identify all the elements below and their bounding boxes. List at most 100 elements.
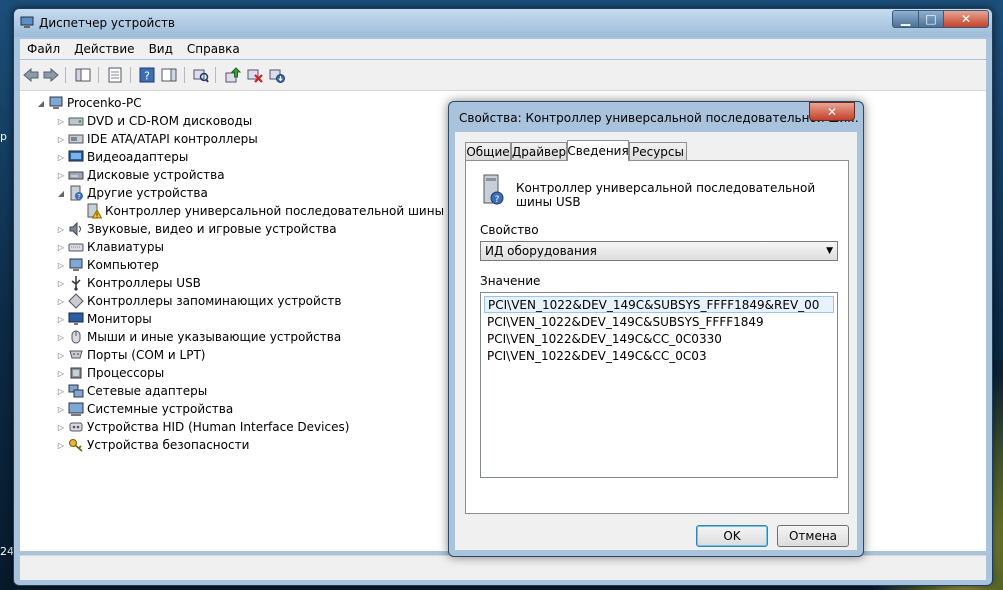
disk-drive-icon <box>68 167 84 183</box>
close-icon: ✕ <box>960 12 972 26</box>
tree-category-item[interactable]: ▷ Порты (COM и LPT) <box>56 346 206 364</box>
update-driver-button[interactable] <box>224 66 242 84</box>
tree-category-item[interactable]: ▷ Мониторы <box>56 310 152 328</box>
expand-arrow-icon[interactable]: ▷ <box>56 441 66 450</box>
console-tree-icon <box>75 68 91 82</box>
value-list-item[interactable]: PCI\VEN_1022&DEV_149C&CC_0C03 <box>484 347 834 364</box>
forward-button[interactable] <box>42 66 60 84</box>
expand-arrow-icon[interactable]: ▷ <box>56 243 66 252</box>
expand-arrow-icon[interactable]: ▷ <box>56 261 66 270</box>
maximize-button[interactable]: □ <box>918 10 944 28</box>
dialog-close-button[interactable]: ✕ <box>809 102 855 121</box>
tree-category-item[interactable]: ▷ Сетевые адаптеры <box>56 382 207 400</box>
tree-category-item[interactable]: ▷ IDE ATA/ATAPI контроллеры <box>56 130 258 148</box>
device-manager-app-icon <box>20 15 34 29</box>
menu-help[interactable]: Справка <box>180 42 247 56</box>
expand-arrow-icon[interactable]: ▷ <box>56 369 66 378</box>
tab-general[interactable]: Общие <box>465 142 511 160</box>
window-titlebar[interactable]: Диспетчер устройств ▁ □ ✕ <box>14 9 992 37</box>
value-list-item[interactable]: PCI\VEN_1022&DEV_149C&SUBSYS_FFFF1849&RE… <box>484 296 834 313</box>
tree-category-item[interactable]: ▷ Устройства безопасности <box>56 436 249 454</box>
expand-arrow-icon[interactable]: ▷ <box>56 387 66 396</box>
maximize-icon: □ <box>925 12 937 26</box>
collapse-arrow-icon[interactable]: ◢ <box>56 189 66 198</box>
expand-arrow-icon[interactable]: ▷ <box>56 225 66 234</box>
value-list-item[interactable]: PCI\VEN_1022&DEV_149C&CC_0C0330 <box>484 330 834 347</box>
tree-item-label: Мониторы <box>87 312 152 326</box>
tree-item-label: Порты (COM и LPT) <box>87 348 206 362</box>
value-listbox[interactable]: PCI\VEN_1022&DEV_149C&SUBSYS_FFFF1849&RE… <box>480 292 838 478</box>
properties-button[interactable] <box>106 66 124 84</box>
tree-item-label: Системные устройства <box>87 402 234 416</box>
uninstall-device-button[interactable] <box>268 66 286 84</box>
tree-category-item[interactable]: ▷ Компьютер <box>56 256 159 274</box>
action-pane-button[interactable] <box>160 66 178 84</box>
help-icon: ? <box>139 67 155 83</box>
menu-file[interactable]: Файл <box>20 42 67 56</box>
menu-bar: Файл Действие Вид Справка <box>20 39 986 59</box>
hid-icon <box>68 419 84 435</box>
property-select[interactable]: ИД оборудования ▼ <box>480 241 838 261</box>
tree-item-label: Компьютер <box>87 258 159 272</box>
svg-text:?: ? <box>495 195 500 205</box>
tree-category-item[interactable]: ▷ Видеоадаптеры <box>56 148 188 166</box>
tree-child-item[interactable]: ! Контроллер универсальной последовательн… <box>74 202 473 220</box>
tree-category-item[interactable]: ▷ DVD и CD-ROM дисководы <box>56 112 252 130</box>
dialog-body: Общие Драйвер Сведения Ресурсы ? Контрол… <box>455 132 857 550</box>
menu-action[interactable]: Действие <box>67 42 141 56</box>
chevron-down-icon: ▼ <box>826 246 833 256</box>
expand-arrow-icon[interactable]: ▷ <box>56 405 66 414</box>
tree-root-label: Procenko-PC <box>67 96 142 110</box>
tree-category-item[interactable]: ▷ Клавиатуры <box>56 238 164 256</box>
expand-arrow-icon[interactable]: ▷ <box>56 315 66 324</box>
mouse-icon <box>68 329 84 345</box>
tree-item-label: Устройства HID (Human Interface Devices) <box>87 420 350 434</box>
disable-device-button[interactable] <box>246 66 264 84</box>
tree-category-item[interactable]: ▷ Дисковые устройства <box>56 166 225 184</box>
expand-arrow-icon[interactable]: ▷ <box>56 117 66 126</box>
expand-arrow-icon[interactable]: ▷ <box>56 333 66 342</box>
tree-category-item[interactable]: ▷ Процессоры <box>56 364 164 382</box>
expand-arrow-icon[interactable]: ▷ <box>56 351 66 360</box>
tree-category-item[interactable]: ▷ Звуковые, видео и игровые устройства <box>56 220 337 238</box>
properties-icon <box>108 67 122 83</box>
tree-category-item[interactable]: ◢? Другие устройства <box>56 184 208 202</box>
scan-hardware-button[interactable] <box>192 66 210 84</box>
help-button[interactable]: ? <box>138 66 156 84</box>
cancel-button[interactable]: Отмена <box>777 525 849 547</box>
expand-arrow-icon[interactable]: ▷ <box>56 153 66 162</box>
expand-arrow-icon[interactable]: ▷ <box>56 279 66 288</box>
property-select-value: ИД оборудования <box>485 244 597 258</box>
ok-button[interactable]: OK <box>696 525 768 547</box>
tree-item-label: Видеоадаптеры <box>87 150 189 164</box>
collapse-arrow-icon[interactable]: ◢ <box>36 99 46 108</box>
close-button[interactable]: ✕ <box>943 10 989 28</box>
expand-arrow-icon[interactable]: ▷ <box>56 297 66 306</box>
menu-view[interactable]: Вид <box>142 42 180 56</box>
expand-arrow-icon[interactable]: ▷ <box>56 135 66 144</box>
back-button[interactable] <box>22 66 40 84</box>
keyboard-icon <box>68 239 84 255</box>
value-list-item[interactable]: PCI\VEN_1022&DEV_149C&SUBSYS_FFFF1849 <box>484 313 834 330</box>
computer-icon <box>68 257 84 273</box>
ide-controller-icon <box>68 131 84 147</box>
tree-category-item[interactable]: ▷ Контроллеры USB <box>56 274 201 292</box>
dialog-title: Свойства: Контроллер универсальной после… <box>459 111 859 125</box>
tab-resources[interactable]: Ресурсы <box>629 142 687 160</box>
tree-category-item[interactable]: ▷ Мыши и иные указывающие устройства <box>56 328 341 346</box>
details-tab-panel: ? Контроллер универсальной последователь… <box>465 160 849 514</box>
device-name: Контроллер универсальной последовательно… <box>516 181 816 209</box>
tab-driver[interactable]: Драйвер <box>511 142 567 160</box>
minimize-button[interactable]: ▁ <box>892 10 919 28</box>
tree-category-item[interactable]: ▷ Системные устройства <box>56 400 233 418</box>
tree-root[interactable]: ◢ Procenko-PC <box>36 94 142 112</box>
speaker-icon <box>68 221 84 237</box>
expand-arrow-icon[interactable]: ▷ <box>56 423 66 432</box>
tree-category-item[interactable]: ▷ Устройства HID (Human Interface Devices… <box>56 418 349 436</box>
expand-arrow-icon[interactable]: ▷ <box>56 171 66 180</box>
svg-text:?: ? <box>77 193 81 201</box>
tab-details[interactable]: Сведения <box>567 140 629 161</box>
tree-category-item[interactable]: ▷ Контроллеры запоминающих устройств <box>56 292 341 310</box>
storage-controller-icon <box>68 293 84 309</box>
show-hide-tree-button[interactable] <box>74 66 92 84</box>
